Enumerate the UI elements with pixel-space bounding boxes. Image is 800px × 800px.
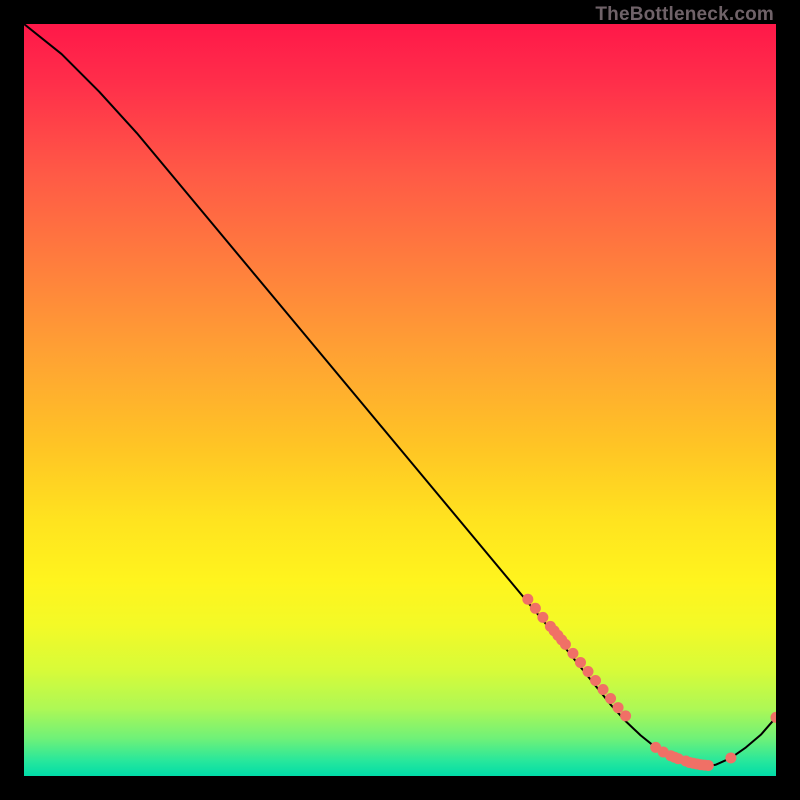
highlight-point xyxy=(522,594,533,605)
highlight-point xyxy=(771,712,777,723)
highlight-point xyxy=(605,693,616,704)
highlight-point xyxy=(620,710,631,721)
highlight-point xyxy=(560,639,571,650)
highlight-point xyxy=(583,666,594,677)
highlight-point xyxy=(703,760,714,771)
bottleneck-curve xyxy=(24,24,776,767)
highlight-point xyxy=(598,684,609,695)
highlight-point xyxy=(537,612,548,623)
chart-frame xyxy=(24,24,776,776)
curve-layer xyxy=(24,24,776,776)
highlight-point xyxy=(575,657,586,668)
highlight-point xyxy=(725,752,736,763)
highlight-point xyxy=(567,648,578,659)
highlight-point xyxy=(590,675,601,686)
plot-area xyxy=(24,24,776,776)
highlight-point xyxy=(613,702,624,713)
highlight-point xyxy=(530,603,541,614)
watermark-text: TheBottleneck.com xyxy=(595,4,774,26)
